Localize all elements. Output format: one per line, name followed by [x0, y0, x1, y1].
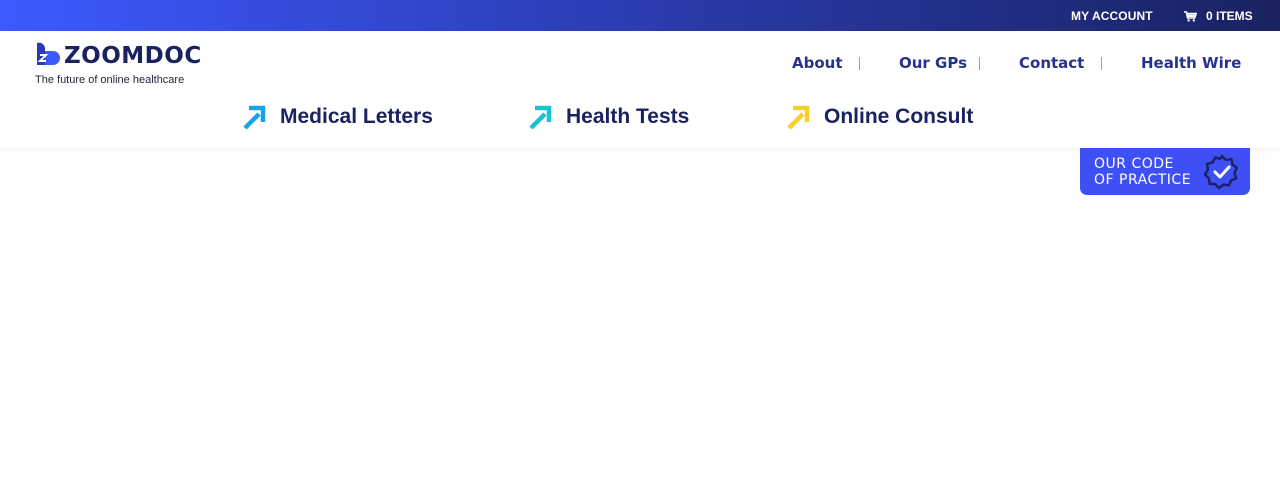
logo-tagline: The future of online healthcare — [35, 74, 185, 86]
nav-item-contact[interactable]: Contact — [1019, 53, 1084, 73]
service-link-health-tests[interactable]: Health Tests — [528, 102, 689, 132]
site-header: ZOOMDOC The future of online healthcare … — [0, 31, 1280, 148]
nav-item-our-gps[interactable]: Our GPs — [899, 53, 967, 73]
badge-line-2: OF PRACTICE — [1094, 172, 1192, 188]
badge-text: OUR CODE OF PRACTICE — [1094, 156, 1191, 188]
arrow-up-right-icon — [787, 105, 810, 129]
zoomdoc-logo-mark-icon — [37, 42, 60, 65]
nav-divider — [859, 57, 860, 70]
service-label: Health Tests — [566, 105, 690, 128]
service-link-online-consult[interactable]: Online Consult — [786, 102, 973, 132]
service-label: Online Consult — [824, 105, 974, 128]
shopping-cart-icon — [1184, 10, 1197, 22]
cart-link[interactable]: 0 ITEMS — [1184, 9, 1253, 23]
nav-item-health-wire[interactable]: Health Wire — [1141, 53, 1241, 73]
nav-divider — [979, 57, 980, 70]
arrow-up-right-icon — [529, 105, 552, 129]
cart-count-label: 0 ITEMS — [1206, 9, 1253, 23]
logo-wordmark: ZOOMDOC — [64, 43, 202, 69]
code-of-practice-badge[interactable]: OUR CODE OF PRACTICE — [1080, 148, 1250, 195]
arrow-up-right-icon — [243, 105, 266, 129]
nav-item-about[interactable]: About — [792, 53, 843, 73]
badge-line-1: OUR CODE — [1094, 156, 1174, 172]
service-link-medical-letters[interactable]: Medical Letters — [242, 102, 433, 132]
verified-check-icon — [1204, 154, 1239, 190]
nav-divider — [1101, 57, 1102, 70]
service-label: Medical Letters — [280, 105, 433, 128]
zoomdoc-logo[interactable]: ZOOMDOC The future of online healthcare — [34, 40, 204, 88]
my-account-link[interactable]: MY ACCOUNT — [1071, 9, 1153, 23]
top-utility-bar: MY ACCOUNT 0 ITEMS — [0, 0, 1280, 31]
